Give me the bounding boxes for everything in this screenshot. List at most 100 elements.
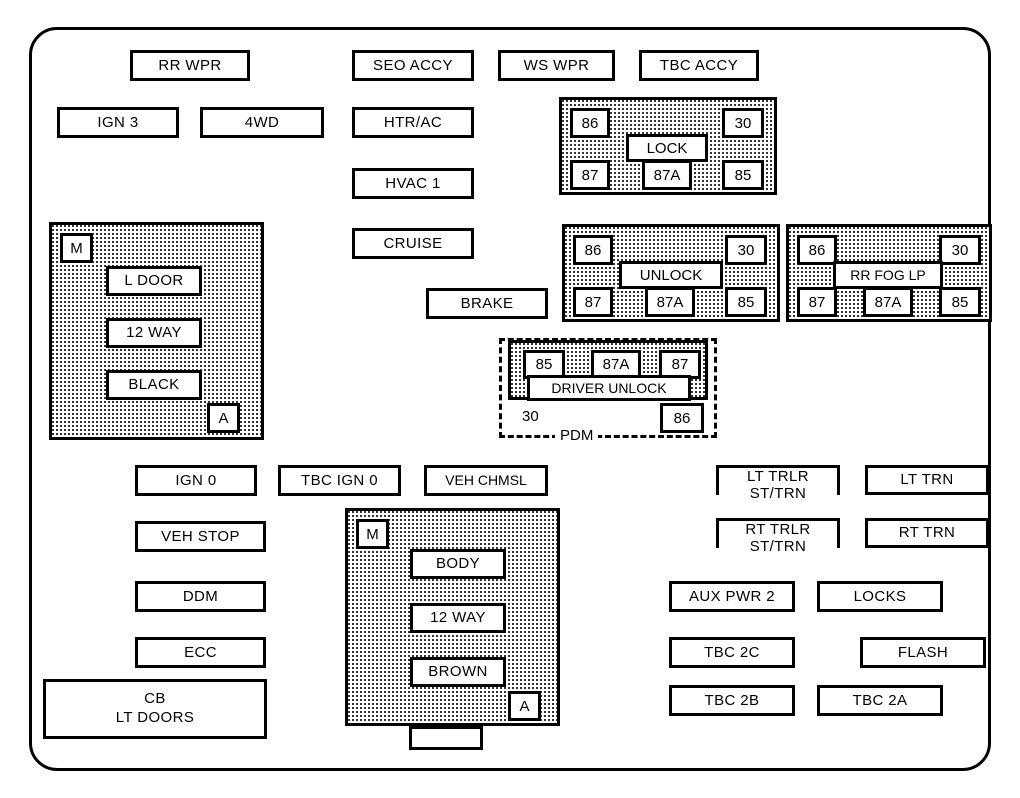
relay-rr-fog-lp[interactable]: 86 30 RR FOG LP 87 87A 85 bbox=[786, 224, 992, 322]
fuse-label: SEO ACCY bbox=[373, 56, 453, 74]
fuse-ws-wpr[interactable]: WS WPR bbox=[498, 50, 615, 81]
fuse-rr-wpr[interactable]: RR WPR bbox=[130, 50, 250, 81]
connector-module-l-door[interactable]: M L DOOR 12 WAY BLACK A bbox=[49, 222, 264, 440]
fuse-hvac-1[interactable]: HVAC 1 bbox=[352, 168, 474, 199]
relay-name-lock: LOCK bbox=[626, 134, 708, 162]
relay-terminal-85: 85 bbox=[725, 287, 767, 317]
fuse-label: RT TRN bbox=[898, 524, 956, 542]
relay-terminal-86: 86 bbox=[570, 108, 610, 138]
module-marker-m: M bbox=[60, 233, 93, 263]
terminal-label: 85 bbox=[737, 293, 755, 311]
terminal-label: 85 bbox=[734, 166, 752, 184]
terminal-label: 87A bbox=[602, 356, 630, 373]
fuse-ecc[interactable]: ECC bbox=[135, 637, 266, 668]
fuse-ddm[interactable]: DDM bbox=[135, 581, 266, 612]
fuse-label: IGN 3 bbox=[97, 113, 139, 131]
fuse-ign-3[interactable]: IGN 3 bbox=[57, 107, 179, 138]
relay-terminal-87a: 87A bbox=[645, 287, 695, 317]
fuse-veh-stop[interactable]: VEH STOP bbox=[135, 521, 266, 552]
fuse-seo-accy[interactable]: SEO ACCY bbox=[352, 50, 474, 81]
fuse-label-line2: ST/TRN bbox=[719, 486, 837, 502]
relay-label: UNLOCK bbox=[639, 266, 703, 284]
fuse-rt-trlr-st-trn[interactable]: RT TRLR ST/TRN bbox=[716, 518, 840, 555]
fuse-htr-ac[interactable]: HTR/AC bbox=[352, 107, 474, 138]
fuse-ign-0[interactable]: IGN 0 bbox=[135, 465, 257, 496]
fuse-label: HTR/AC bbox=[383, 113, 443, 131]
fuse-label: TBC 2C bbox=[704, 643, 760, 661]
connector-label-12-way: 12 WAY bbox=[410, 603, 506, 633]
fuse-brake[interactable]: BRAKE bbox=[426, 288, 548, 319]
terminal-label: 87A bbox=[656, 293, 684, 311]
relay-terminal-87: 87 bbox=[573, 287, 613, 317]
fuse-label: BRAKE bbox=[460, 294, 514, 312]
fuse-lt-trn[interactable]: LT TRN bbox=[865, 465, 989, 495]
relay-terminal-86: 86 bbox=[797, 235, 837, 265]
fuse-locks[interactable]: LOCKS bbox=[817, 581, 943, 612]
fuse-label: CRUISE bbox=[383, 234, 443, 252]
pdm-relay-name-driver-unlock: DRIVER UNLOCK bbox=[527, 375, 691, 401]
fuse-label: TBC ACCY bbox=[659, 56, 739, 74]
relay-unlock[interactable]: 86 30 UNLOCK 87 87A 85 bbox=[562, 224, 780, 322]
fuse-tbc-2b[interactable]: TBC 2B bbox=[669, 685, 795, 716]
fuse-label: AUX PWR 2 bbox=[688, 587, 776, 605]
connector-label-l-door: L DOOR bbox=[106, 266, 202, 296]
fuse-label: IGN 0 bbox=[175, 471, 217, 489]
fuse-label: VEH CHMSL bbox=[445, 472, 527, 489]
terminal-label: 85 bbox=[951, 293, 969, 311]
fuse-label: 4WD bbox=[244, 113, 280, 131]
fuse-tbc-2c[interactable]: TBC 2C bbox=[669, 637, 795, 668]
pdm-driver-unlock-relay[interactable]: 85 87A 87 DRIVER UNLOCK bbox=[508, 340, 708, 401]
terminal-label: 85 bbox=[535, 356, 553, 373]
fuse-label: RR WPR bbox=[158, 56, 222, 74]
fuse-label: LOCKS bbox=[853, 587, 907, 605]
relay-terminal-30: 30 bbox=[722, 108, 764, 138]
terminal-label: 30 bbox=[737, 241, 755, 259]
terminal-label: 86 bbox=[584, 241, 602, 259]
terminal-label: 86 bbox=[673, 409, 691, 427]
fuse-block-diagram: RR WPR SEO ACCY WS WPR TBC ACCY IGN 3 4W… bbox=[0, 0, 1020, 798]
module-marker-a: A bbox=[508, 691, 541, 721]
fuse-label: TBC IGN 0 bbox=[301, 471, 378, 489]
relay-label: LOCK bbox=[646, 139, 688, 157]
fuse-label: DDM bbox=[182, 587, 219, 605]
circuit-breaker-lt-doors[interactable]: CB LT DOORS bbox=[43, 679, 267, 739]
relay-terminal-86: 86 bbox=[573, 235, 613, 265]
cb-label-line2: LT DOORS bbox=[115, 709, 195, 726]
pdm-label: PDM bbox=[555, 427, 599, 444]
fuse-aux-pwr-2[interactable]: AUX PWR 2 bbox=[669, 581, 795, 612]
relay-terminal-87: 87 bbox=[570, 160, 610, 190]
relay-terminal-87a: 87A bbox=[863, 287, 913, 317]
terminal-label: 87 bbox=[584, 293, 602, 311]
relay-name-unlock: UNLOCK bbox=[619, 261, 723, 289]
terminal-label: 87A bbox=[653, 166, 681, 184]
fuse-cruise[interactable]: CRUISE bbox=[352, 228, 474, 259]
relay-label: DRIVER UNLOCK bbox=[551, 380, 667, 396]
relay-terminal-87a: 87A bbox=[642, 160, 692, 190]
terminal-label: 87 bbox=[581, 166, 599, 184]
fuse-lt-trlr-st-trn[interactable]: LT TRLR ST/TRN bbox=[716, 465, 840, 502]
fuse-veh-chmsl[interactable]: VEH CHMSL bbox=[424, 465, 548, 496]
cb-label-line1: CB bbox=[144, 690, 166, 708]
pdm-terminal-86: 86 bbox=[660, 403, 704, 433]
fuse-tbc-ign-0[interactable]: TBC IGN 0 bbox=[278, 465, 401, 496]
fuse-flash[interactable]: FLASH bbox=[860, 637, 986, 668]
fuse-label: WS WPR bbox=[523, 56, 590, 74]
fuse-tbc-accy[interactable]: TBC ACCY bbox=[639, 50, 759, 81]
module-marker-m: M bbox=[356, 519, 389, 549]
relay-name-rr-fog-lp: RR FOG LP bbox=[833, 261, 943, 289]
connector-module-body[interactable]: M BODY 12 WAY BROWN A bbox=[345, 508, 560, 726]
fuse-rt-trn[interactable]: RT TRN bbox=[865, 518, 989, 548]
terminal-label: 30 bbox=[734, 114, 752, 132]
relay-lock[interactable]: 86 30 LOCK 87 87A 85 bbox=[559, 97, 777, 195]
fuse-label: ECC bbox=[184, 643, 217, 661]
fuse-tbc-2a[interactable]: TBC 2A bbox=[817, 685, 943, 716]
fuse-label: VEH STOP bbox=[161, 527, 240, 545]
connector-label-body: BODY bbox=[410, 549, 506, 579]
terminal-label: 30 bbox=[951, 241, 969, 259]
terminal-label: 86 bbox=[581, 114, 599, 132]
fuse-label: TBC 2B bbox=[704, 691, 760, 709]
relay-terminal-85: 85 bbox=[939, 287, 981, 317]
fuse-4wd[interactable]: 4WD bbox=[200, 107, 324, 138]
connector-label-black: BLACK bbox=[106, 370, 202, 400]
connector-label-brown: BROWN bbox=[410, 657, 506, 687]
